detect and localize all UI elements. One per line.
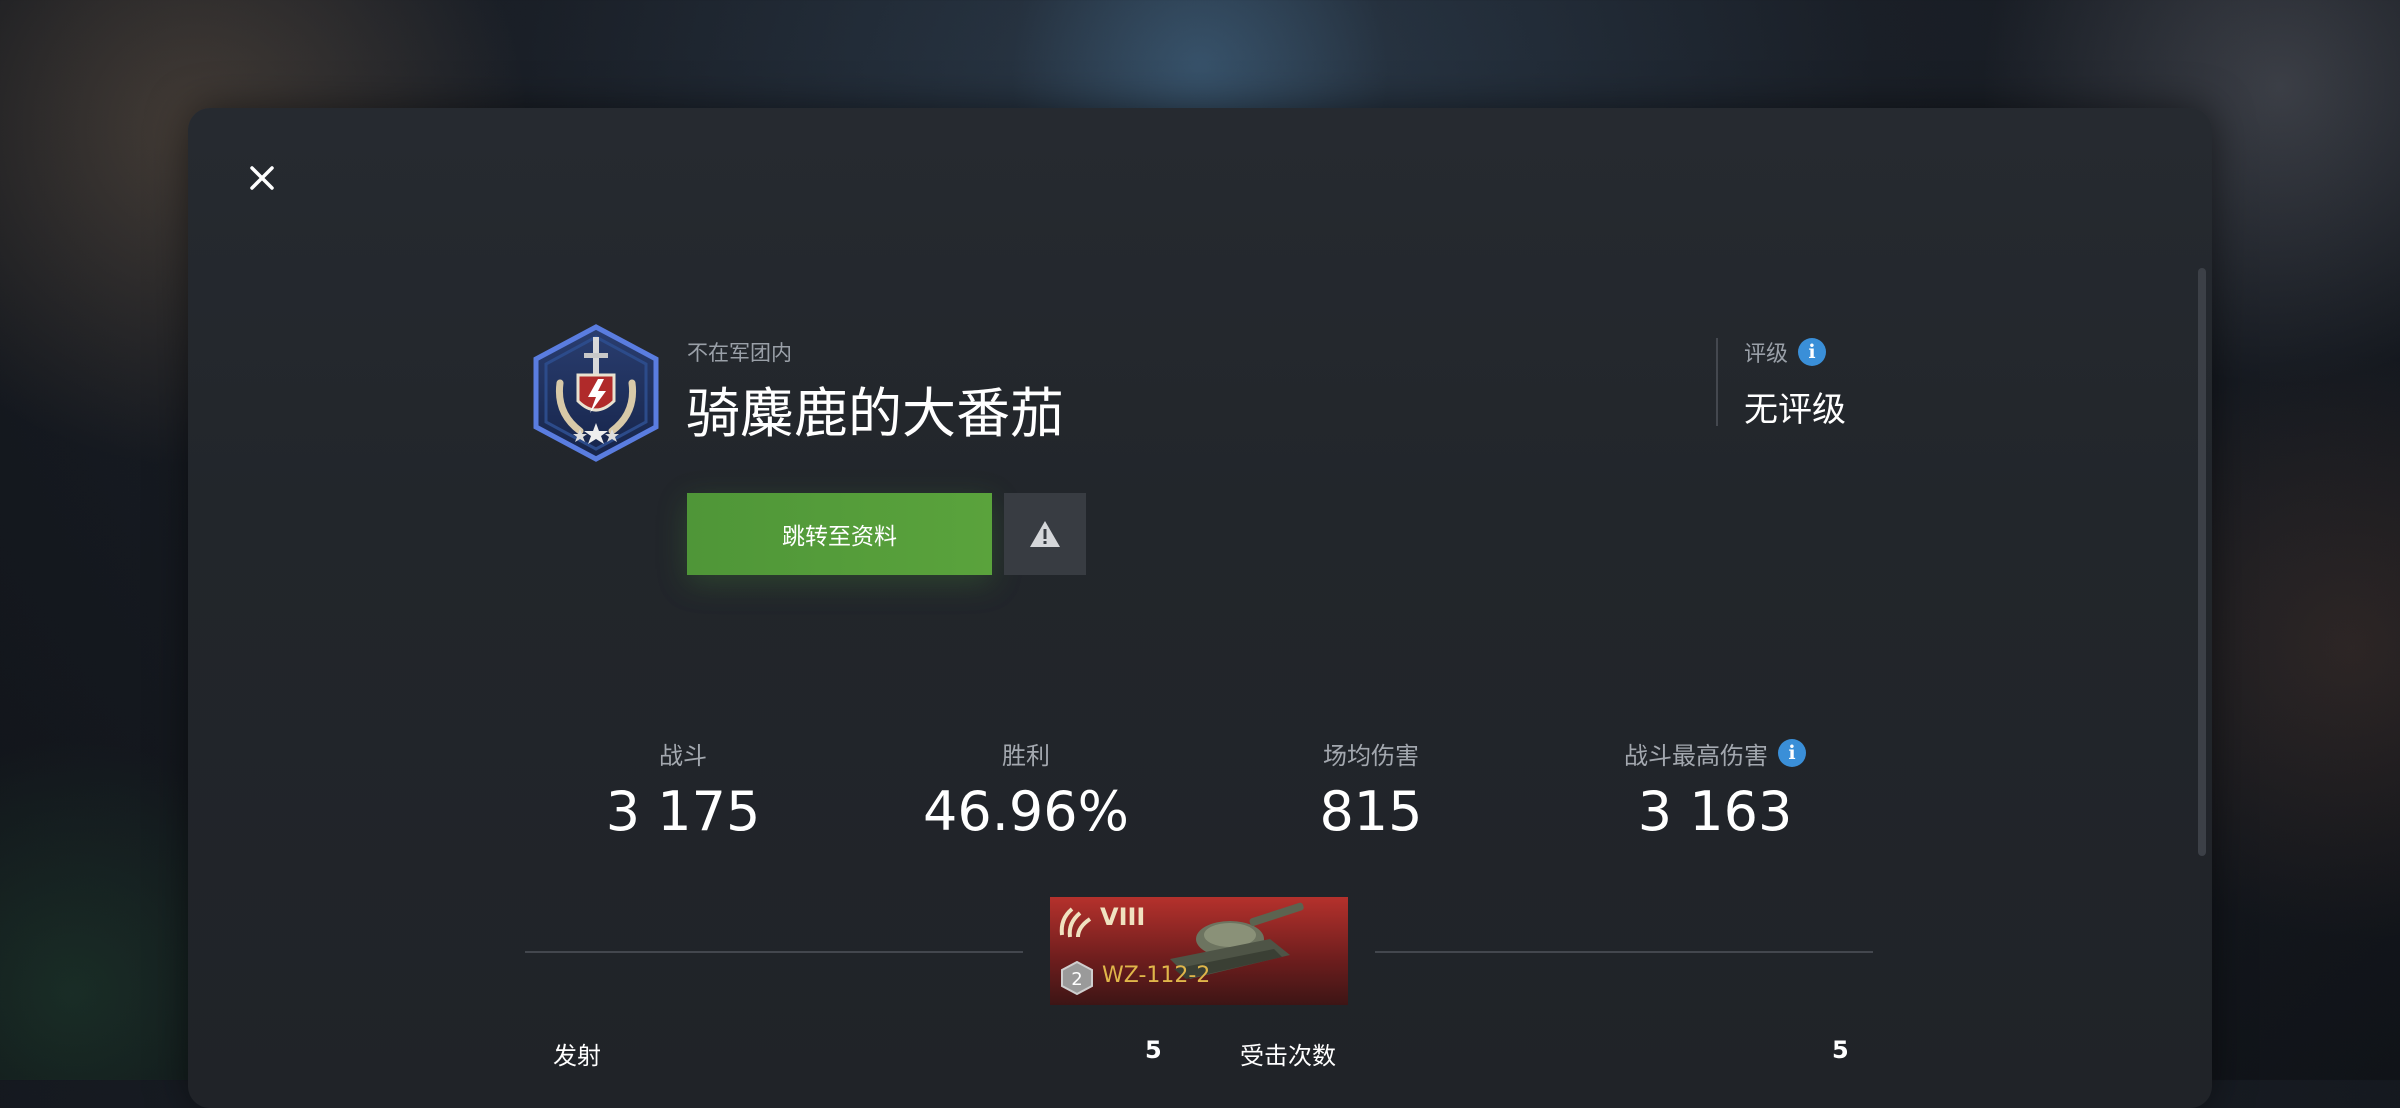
tank-card[interactable]: VIII 2 WZ-112-2 [1050,897,1348,1005]
tank-tier: VIII [1100,903,1146,931]
stat-label: 战斗 [659,741,707,770]
tier-laurel-icon [1059,907,1092,938]
tank-name: WZ-112-2 [1102,963,1211,988]
detail-label-shots: 发射 [553,1042,601,1070]
warning-icon [1030,521,1060,547]
player-name: 骑麋鹿的大番茄 [686,382,1064,445]
report-button[interactable] [1004,493,1086,575]
stat-label: 胜利 [1002,741,1050,770]
mastery-badge-icon: 2 [1061,961,1093,995]
detail-value-hits-received: 5 [1832,1036,1849,1064]
stat-value: 3 163 [1637,780,1793,843]
rating-info-icon[interactable]: i [1798,338,1827,366]
stat-label: 场均伤害 [1323,741,1419,770]
stat-avg-damage: 场均伤害 815 [1241,736,1501,844]
rank-emblem-icon [533,324,659,462]
close-icon[interactable] [240,156,284,200]
mastery-level: 2 [1071,969,1082,990]
section-divider-left [525,951,1023,953]
detail-value-shots: 5 [1145,1036,1162,1064]
clan-status: 不在军团内 [687,341,792,365]
stat-battles: 战斗 3 175 [553,736,813,844]
rating-label-row: 评级 i [1744,336,1827,368]
rating-label: 评级 [1744,342,1789,367]
rating-value: 无评级 [1744,390,1846,430]
stat-wins: 胜利 46.96% [896,736,1156,844]
stat-label: 战斗最高伤害 [1624,741,1768,770]
go-to-profile-button[interactable]: 跳转至资料 [687,493,992,575]
stat-value: 815 [1319,780,1423,843]
stat-value: 3 175 [605,780,761,843]
stat-max-damage: 战斗最高伤害 i 3 163 [1585,736,1845,843]
max-damage-info-icon[interactable]: i [1778,739,1806,767]
rating-divider [1716,338,1718,426]
detail-label-hits-received: 受击次数 [1240,1042,1336,1070]
section-divider-right [1375,951,1873,953]
scrollbar[interactable] [2198,268,2206,856]
stat-value: 46.96% [923,780,1129,843]
